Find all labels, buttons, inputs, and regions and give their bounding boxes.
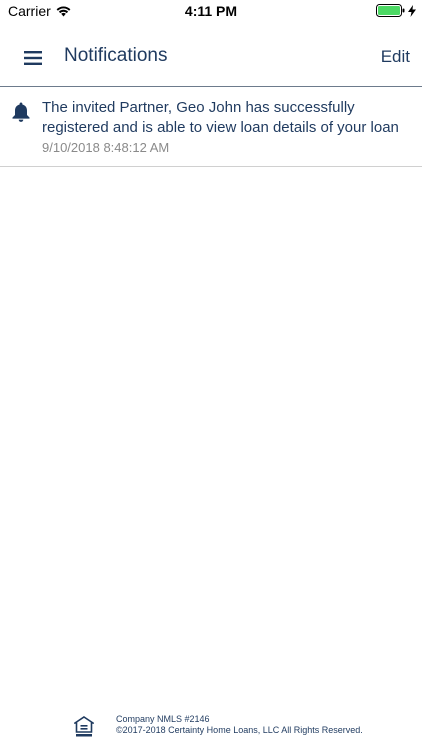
copyright-text: ©2017-2018 Certainty Home Loans, LLC All… [116, 725, 363, 735]
status-right [376, 4, 416, 17]
notification-timestamp: 9/10/2018 8:48:12 AM [42, 140, 170, 155]
bell-icon [10, 101, 32, 123]
battery-icon [376, 4, 406, 17]
screen: Carrier 4:11 PM Notifications Edit The i… [0, 0, 422, 750]
notification-list: The invited Partner, Geo John has succes… [0, 87, 422, 167]
hamburger-menu-icon[interactable] [24, 51, 42, 65]
charging-bolt-icon [408, 4, 416, 17]
notification-message: The invited Partner, Geo John has succes… [42, 99, 399, 136]
footer-text: Company NMLS #2146 ©2017-2018 Certainty … [116, 714, 363, 736]
company-nmls: Company NMLS #2146 [116, 714, 210, 724]
status-time: 4:11 PM [184, 3, 238, 19]
navigation-bar: Notifications Edit [0, 22, 422, 87]
equal-housing-lender-icon [72, 716, 96, 738]
edit-button[interactable]: Edit [381, 47, 410, 67]
notification-item[interactable]: The invited Partner, Geo John has succes… [0, 87, 422, 167]
page-title: Notifications [64, 45, 168, 66]
footer: Company NMLS #2146 ©2017-2018 Certainty … [0, 714, 422, 740]
status-bar: Carrier 4:11 PM [0, 0, 422, 22]
